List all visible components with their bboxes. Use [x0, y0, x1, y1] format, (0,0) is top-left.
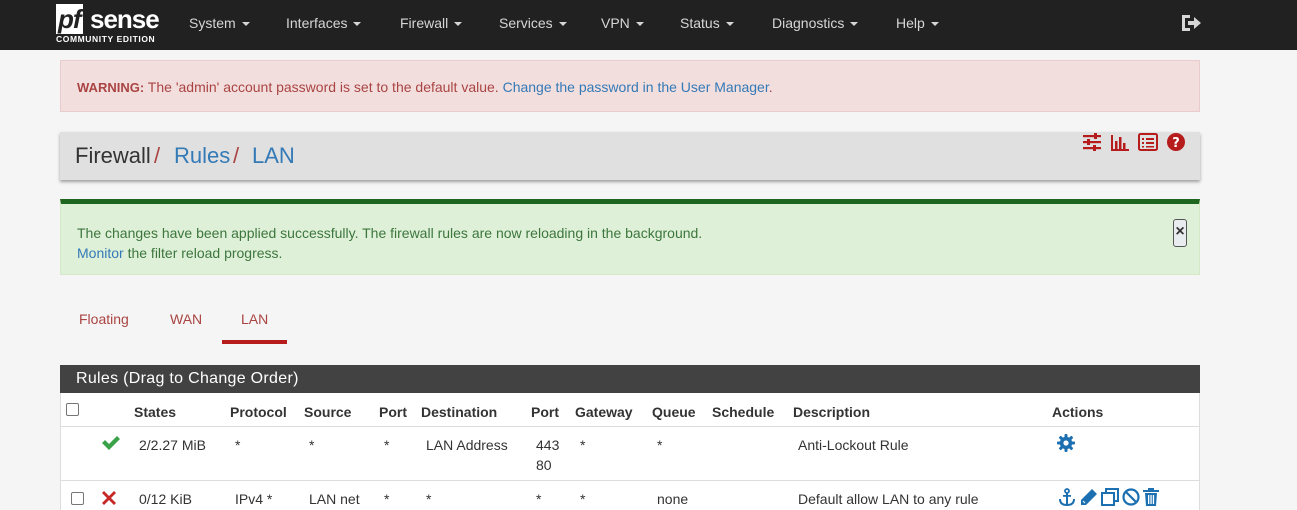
col-schedule: Schedule: [712, 404, 775, 420]
caret-down-icon: [725, 22, 734, 27]
nav-status[interactable]: Status: [680, 0, 734, 50]
rule-protocol: *: [235, 437, 241, 453]
check-icon: [102, 436, 120, 450]
anchor-icon[interactable]: [1058, 488, 1076, 506]
pencil-icon[interactable]: [1080, 488, 1098, 506]
row-divider: [61, 480, 1199, 481]
header-divider: [61, 426, 1199, 427]
rule-gateway: *: [580, 491, 586, 507]
col-description: Description: [793, 404, 871, 420]
bar-chart-icon[interactable]: [1110, 132, 1130, 152]
ban-icon[interactable]: [1122, 488, 1140, 506]
active-tab-indicator: [222, 340, 287, 344]
nav-help[interactable]: Help: [896, 0, 939, 50]
breadcrumb-separator: /: [233, 143, 240, 168]
list-icon[interactable]: [1138, 132, 1158, 152]
caret-down-icon: [241, 22, 250, 27]
password-warning-alert: WARNING: The 'admin' account password is…: [60, 60, 1200, 112]
caret-down-icon: [558, 22, 567, 27]
help-icon[interactable]: ?: [1166, 132, 1186, 152]
times-icon: [102, 491, 116, 505]
logo-edition: COMMUNITY EDITION: [56, 34, 156, 44]
col-states: States: [134, 404, 177, 420]
logo-pf: pf: [56, 4, 83, 34]
col-gateway: Gateway: [575, 404, 633, 420]
rule-queue: *: [657, 437, 663, 453]
rule-destination: *: [426, 491, 432, 507]
success-message-line2: Monitor the filter reload progress.: [77, 245, 283, 261]
rule-description: Anti-Lockout Rule: [798, 437, 909, 453]
col-queue: Queue: [652, 404, 696, 420]
close-alert-button[interactable]: ×: [1173, 219, 1187, 247]
rule-destination-port: 443: [536, 437, 560, 453]
col-destination: Destination: [421, 404, 498, 420]
rule-states[interactable]: 2/2.27 MiB: [139, 437, 206, 453]
col-protocol: Protocol: [230, 404, 287, 420]
col-source-port: Port: [379, 404, 407, 420]
rule-source-port: *: [384, 437, 390, 453]
rule-source-port: *: [384, 491, 390, 507]
changes-applied-alert: The changes have been applied successful…: [60, 199, 1200, 275]
nav-services[interactable]: Services: [499, 0, 567, 50]
rule-select-checkbox[interactable]: [71, 492, 84, 505]
logo-sense: sense: [90, 4, 160, 34]
nav-system[interactable]: System: [189, 0, 250, 50]
success-message: The changes have been applied successful…: [77, 225, 703, 241]
svg-text:?: ?: [1172, 136, 1180, 151]
breadcrumb-separator: /: [154, 143, 161, 168]
rule-destination: LAN Address: [426, 437, 508, 453]
breadcrumb: Firewall / Rules / LAN ?: [60, 132, 1200, 180]
rule-description: Default allow LAN to any rule: [798, 491, 979, 507]
rule-destination-port: *: [536, 491, 542, 507]
caret-down-icon: [850, 22, 859, 27]
caret-down-icon: [454, 22, 463, 27]
rule-source: *: [309, 437, 315, 453]
col-source: Source: [304, 404, 352, 420]
top-navbar: pf sense COMMUNITY EDITION System Interf…: [0, 0, 1297, 50]
warning-label: WARNING:: [77, 80, 145, 95]
warning-text: WARNING: The 'admin' account password is…: [77, 79, 773, 95]
breadcrumb-lan[interactable]: LAN: [252, 143, 295, 169]
nav-interfaces[interactable]: Interfaces: [286, 0, 362, 50]
close-icon: ×: [1175, 223, 1185, 240]
nav-diagnostics[interactable]: Diagnostics: [772, 0, 859, 50]
nav-firewall[interactable]: Firewall: [400, 0, 463, 50]
tab-floating[interactable]: Floating: [79, 311, 129, 327]
monitor-link[interactable]: Monitor: [77, 245, 124, 261]
breadcrumb-firewall: Firewall: [75, 143, 151, 168]
rule-queue: none: [657, 491, 689, 507]
rule-source: LAN net: [309, 491, 360, 507]
trash-icon[interactable]: [1143, 488, 1159, 506]
sliders-icon[interactable]: [1082, 132, 1102, 152]
user-manager-link[interactable]: Change the password in the User Manager: [503, 79, 769, 95]
gear-icon[interactable]: [1057, 434, 1075, 452]
copy-icon[interactable]: [1101, 488, 1119, 506]
rule-states[interactable]: 0/12 KiB: [139, 491, 192, 507]
rule-protocol: IPv4 *: [235, 491, 273, 507]
caret-down-icon: [635, 22, 644, 27]
tab-lan[interactable]: LAN: [241, 311, 268, 327]
nav-vpn[interactable]: VPN: [601, 0, 644, 50]
select-all-checkbox[interactable]: [66, 403, 79, 416]
rule-destination-port: 80: [536, 457, 552, 473]
rules-panel-heading: Rules (Drag to Change Order): [60, 365, 1200, 393]
breadcrumb-rules[interactable]: Rules: [174, 143, 230, 169]
caret-down-icon: [353, 22, 362, 27]
sign-out-icon[interactable]: [1180, 13, 1202, 33]
panel-title: Rules (Drag to Change Order): [76, 370, 299, 387]
col-destination-port: Port: [531, 404, 559, 420]
tab-wan[interactable]: WAN: [170, 311, 202, 327]
rule-gateway: *: [580, 437, 586, 453]
pfsense-logo[interactable]: pf sense COMMUNITY EDITION: [56, 4, 161, 46]
col-actions: Actions: [1052, 404, 1104, 420]
caret-down-icon: [930, 22, 939, 27]
